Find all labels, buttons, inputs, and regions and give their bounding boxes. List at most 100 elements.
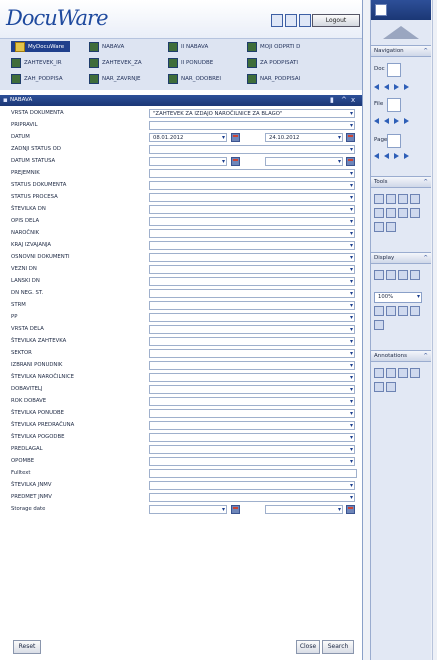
line-icon[interactable] [374,382,384,392]
dropdown-arrow-icon[interactable]: ▾ [350,218,353,226]
dropdown-arrow-icon[interactable]: ▾ [350,362,353,370]
dropdown-arrow-icon[interactable]: ▾ [350,482,353,490]
windows-icon[interactable] [299,14,311,27]
contract-number-field[interactable]: ▾ [149,433,355,442]
magnifier-icon[interactable] [386,306,396,316]
attach-icon[interactable] [374,222,384,232]
dropdown-arrow-icon[interactable]: ▾ [350,230,353,238]
storage-date-from-field[interactable]: ▾ [149,505,227,514]
last-file-icon[interactable] [404,118,409,124]
last-year-dn-field[interactable]: ▾ [149,277,355,286]
strm-field[interactable]: ▾ [149,301,355,310]
dropdown-arrow-icon[interactable]: ▾ [222,158,225,166]
chevron-up-icon[interactable]: ^ [423,253,428,263]
dropdown-arrow-icon[interactable]: ▾ [222,134,225,142]
last-status-field[interactable]: ▾ [149,145,355,154]
status-date-from-field[interactable]: ▾ [149,157,227,166]
order-number-field[interactable]: ▾ [149,373,355,382]
calendar-icon[interactable] [346,157,355,166]
selected-bidder-field[interactable]: ▾ [149,361,355,370]
nav-item-moji-odprti[interactable]: MOJI ODPRTI D [247,41,300,52]
dropdown-arrow-icon[interactable]: ▾ [350,398,353,406]
pages-icon[interactable] [386,222,396,232]
nav-item-nar-podpisai[interactable]: NAR_PODPISAI [247,73,300,84]
supplier-field[interactable]: ▾ [149,385,355,394]
recipient-field[interactable]: ▾ [149,169,355,178]
file-number-input[interactable] [387,98,401,112]
stamp-icon[interactable] [410,208,420,218]
nav-item-zah-podpisa[interactable]: ZAH_PODPISA [11,73,63,84]
dn-neg-field[interactable]: ▾ [149,289,355,298]
dropdown-arrow-icon[interactable]: ▾ [350,422,353,430]
dropdown-arrow-icon[interactable]: ▾ [350,242,353,250]
dn-number-field[interactable]: ▾ [149,205,355,214]
dropdown-arrow-icon[interactable]: ▾ [338,158,341,166]
collapse-up-icon[interactable] [383,26,419,39]
dropdown-arrow-icon[interactable]: ▾ [222,506,225,514]
fulltext-field[interactable] [149,469,357,478]
notes-field[interactable]: ▾ [149,457,355,466]
rotate-left-icon[interactable] [374,306,384,316]
dropdown-arrow-icon[interactable]: ▾ [350,494,353,502]
dropdown-arrow-icon[interactable]: ▾ [350,302,353,310]
document-status-field[interactable]: ▾ [149,181,355,190]
client-field[interactable]: ▾ [149,229,355,238]
calendar-icon[interactable] [346,505,355,514]
zoom-select[interactable]: 100% ▾ [374,292,422,303]
dropdown-arrow-icon[interactable]: ▾ [350,146,353,154]
prev-page-icon[interactable] [384,153,389,159]
dropdown-arrow-icon[interactable]: ▾ [350,278,353,286]
first-file-icon[interactable] [374,118,379,124]
pointer-icon[interactable] [374,368,384,378]
next-page-icon[interactable] [394,153,399,159]
calendar-icon[interactable] [231,505,240,514]
pp-field[interactable]: ▾ [149,313,355,322]
close-icon[interactable]: x [351,96,355,105]
jnmv-number-field[interactable]: ▾ [149,481,355,490]
nav-item-zahtevek-ir[interactable]: ZAHTEVEK_IR [11,57,62,68]
hand-icon[interactable] [374,320,384,330]
jnmv-subject-field[interactable]: ▾ [149,493,355,502]
proposed-by-field[interactable]: ▾ [149,445,355,454]
dropdown-arrow-icon[interactable]: ▾ [350,338,353,346]
doc-number-input[interactable] [387,63,401,77]
chevron-up-icon[interactable]: ^ [423,351,428,361]
dropdown-arrow-icon[interactable]: ▾ [350,314,353,322]
document-icon[interactable] [271,14,283,27]
chevron-up-icon[interactable]: ^ [423,177,428,187]
dropdown-arrow-icon[interactable]: ▾ [350,170,353,178]
calendar-icon[interactable] [346,133,355,142]
zoom-in-icon[interactable] [398,270,408,280]
dropdown-arrow-icon[interactable]: ▾ [350,386,353,394]
nav-item-za-podpisati[interactable]: ZA PODPISATI [247,57,298,68]
nav-item-zahtevek-za[interactable]: ZAHTEVEK_ZA [89,57,142,68]
window-icon[interactable] [285,14,297,27]
calendar-icon[interactable] [231,157,240,166]
zoom-out-icon[interactable] [410,270,420,280]
work-type-field[interactable]: ▾ [149,325,355,334]
nav-item-ii-nabava[interactable]: II NABAVA [168,41,208,52]
first-page-icon[interactable] [374,153,379,159]
delivery-deadline-field[interactable]: ▾ [149,397,355,406]
display-section-header[interactable]: Display ^ [371,252,431,264]
flip-icon[interactable] [410,306,420,316]
fit-page-icon[interactable] [374,270,384,280]
dropdown-arrow-icon[interactable]: ▾ [350,410,353,418]
dropdown-arrow-icon[interactable]: ▾ [350,458,353,466]
edit-icon[interactable] [386,194,396,204]
dropdown-arrow-icon[interactable]: ▾ [350,350,353,358]
next-file-icon[interactable] [394,118,399,124]
nav-item-nar-odobrei[interactable]: NAR_ODOBREI [168,73,221,84]
tools-section-header[interactable]: Tools ^ [371,176,431,188]
dropdown-arrow-icon[interactable]: ▾ [350,374,353,382]
page-number-input[interactable] [387,134,401,148]
text-icon[interactable] [398,208,408,218]
mail-icon[interactable] [410,194,420,204]
dropdown-arrow-icon[interactable]: ▾ [417,293,420,301]
last-page-icon[interactable] [404,153,409,159]
document-type-field[interactable]: "ZAHTEVEK ZA IZDAJO NAROČILNICE ZA BLAGO… [149,109,355,118]
text-annotation-icon[interactable] [398,368,408,378]
prepared-by-field[interactable]: ▾ [149,121,355,130]
clip-icon[interactable] [374,208,384,218]
offer-number-field[interactable]: ▾ [149,409,355,418]
